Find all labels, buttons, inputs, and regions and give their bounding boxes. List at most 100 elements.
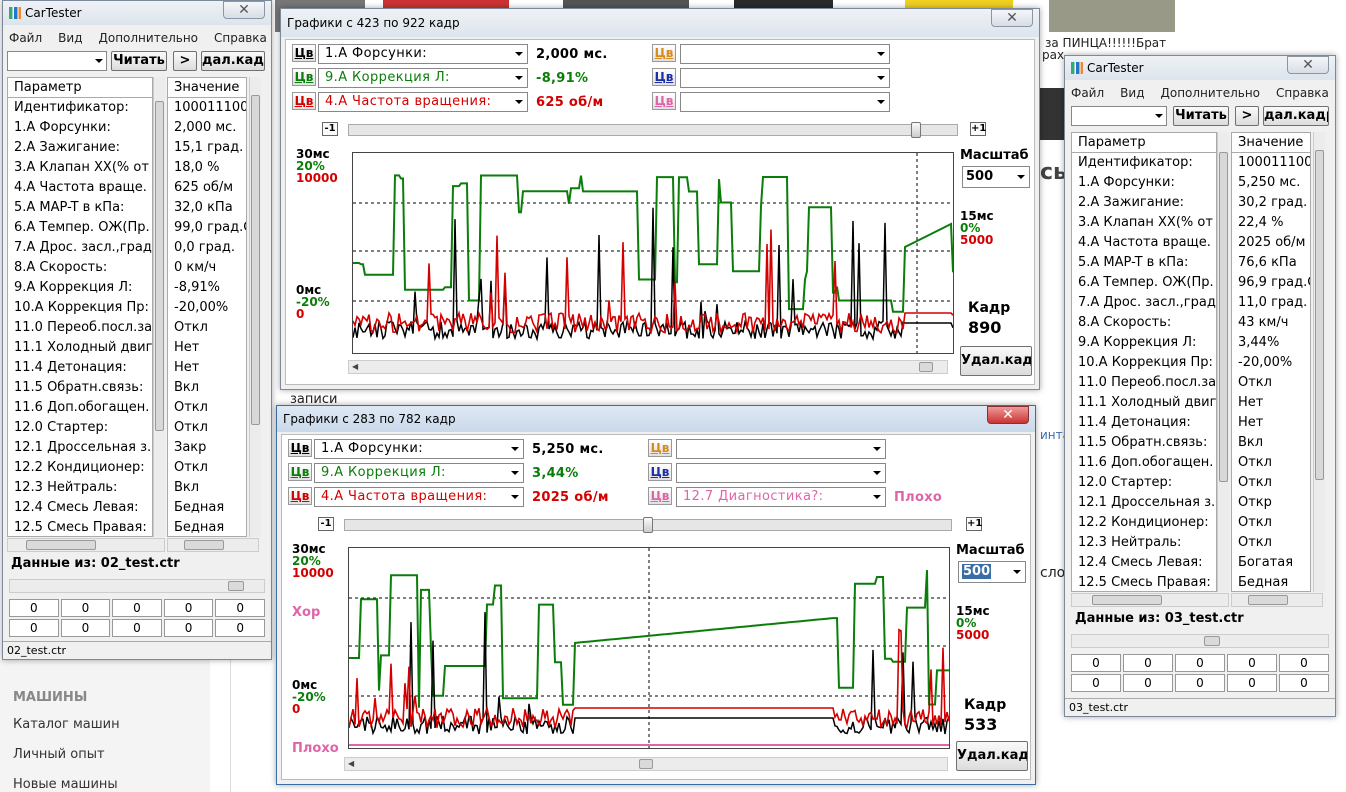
param-row[interactable]: 12.5 Смесь Правая: (8, 518, 152, 536)
color-button-4[interactable]: Цв (648, 439, 672, 457)
scroll-thumb[interactable] (639, 759, 653, 769)
scroll-thumb[interactable] (228, 581, 244, 591)
param-row[interactable]: 2.А Зажигание: (1072, 193, 1216, 213)
param-row[interactable]: 12.5 Смесь Правая: (1072, 573, 1216, 591)
param-row[interactable]: 4.А Частота враще. (1072, 233, 1216, 253)
param-row[interactable]: 11.6 Доп.обогащен. (8, 398, 152, 418)
color-button-3[interactable]: Цв (288, 487, 312, 505)
value-row[interactable]: Закр (168, 438, 246, 458)
value-row[interactable]: 43 км/ч (1232, 313, 1310, 333)
value-row[interactable]: 99,0 град.С (168, 218, 246, 238)
value-hscroll[interactable] (167, 538, 259, 552)
param-row[interactable]: 1.А Форсунки: (8, 118, 152, 138)
value-row[interactable]: Нет (168, 358, 246, 378)
param-row[interactable]: 1.А Форсунки: (1072, 173, 1216, 193)
value-row[interactable]: 32,0 кПа (168, 198, 246, 218)
param-row[interactable]: 11.4 Детонация: (8, 358, 152, 378)
scroll-thumb[interactable] (1092, 595, 1162, 605)
color-button-3[interactable]: Цв (292, 92, 316, 110)
value-row[interactable]: Бедная (168, 498, 246, 518)
channel-select-2[interactable]: 9.А Коррекция Л: (314, 463, 524, 483)
value-row[interactable]: 0,0 град. (168, 238, 246, 258)
value-row[interactable]: Откл (1232, 373, 1310, 393)
value-row[interactable]: Нет (1232, 393, 1310, 413)
value-list[interactable]: 10001110002,000 мс.15,1 град.18,0 %625 о… (167, 97, 247, 537)
value-row[interactable]: 1000111000 (168, 98, 246, 118)
value-row[interactable]: 15,1 град. (168, 138, 246, 158)
param-row[interactable]: 2.А Зажигание: (8, 138, 152, 158)
param-row[interactable]: 10.А Коррекция Пр: (8, 298, 152, 318)
value-row[interactable]: 30,2 град. (1232, 193, 1310, 213)
value-hscroll[interactable] (1231, 593, 1323, 607)
value-row[interactable]: Бедная (1232, 573, 1310, 591)
frame-scrollbar[interactable] (1071, 634, 1329, 648)
close-button[interactable]: ✕ (991, 9, 1033, 27)
sidebar-link[interactable]: Новые машины (13, 777, 118, 792)
color-button-5[interactable]: Цв (652, 68, 676, 86)
value-row[interactable]: -20,00% (168, 298, 246, 318)
frame-scrollbar[interactable] (9, 579, 265, 593)
read-button[interactable]: Читать (1173, 106, 1229, 126)
menu-view[interactable]: Вид (58, 31, 82, 45)
scroll-thumb[interactable] (184, 540, 224, 550)
menu-help[interactable]: Справка (214, 31, 267, 45)
value-column-header[interactable]: Значение (167, 77, 247, 97)
value-row[interactable]: 22,4 % (1232, 213, 1310, 233)
value-row[interactable]: -8,91% (168, 278, 246, 298)
value-row[interactable]: Вкл (168, 478, 246, 498)
param-row[interactable]: 9.А Коррекция Л: (8, 278, 152, 298)
scroll-thumb[interactable] (155, 101, 164, 431)
color-button-4[interactable]: Цв (652, 44, 676, 62)
scroll-thumb[interactable] (251, 95, 260, 425)
scroll-thumb[interactable] (919, 362, 933, 372)
param-row[interactable]: 3.А Клапан ХХ(% от . (8, 158, 152, 178)
param-row[interactable]: 11.0 Переоб.посл.за (8, 318, 152, 338)
param-row[interactable]: 7.А Дрос. засл.,град (1072, 293, 1216, 313)
slider-knob[interactable] (643, 517, 653, 533)
value-row[interactable]: Откл (1232, 513, 1310, 533)
color-button-1[interactable]: Цв (288, 439, 312, 457)
param-row[interactable]: 12.1 Дроссельная з. (1072, 493, 1216, 513)
value-row[interactable]: Бедная (168, 518, 246, 536)
title-bar[interactable]: Графики с 423 по 922 кадр (281, 9, 1039, 37)
channel-select-1[interactable]: 1.А Форсунки: (318, 44, 528, 64)
param-row[interactable]: 8.А Скорость: (8, 258, 152, 278)
sidebar-link[interactable]: Каталог машин (13, 717, 120, 732)
color-button-5[interactable]: Цв (648, 463, 672, 481)
channel-select-5[interactable] (680, 68, 890, 88)
value-row[interactable]: Откр (1232, 493, 1310, 513)
menu-file[interactable]: Файл (1071, 86, 1104, 100)
scroll-thumb[interactable] (1204, 636, 1220, 646)
step-forward-button[interactable]: +1 (966, 517, 982, 531)
param-row[interactable]: 12.3 Нейтраль: (1072, 533, 1216, 553)
value-row[interactable]: Нет (1232, 413, 1310, 433)
value-row[interactable]: Вкл (1232, 433, 1310, 453)
chart-hscroll[interactable]: ◀ (344, 757, 948, 771)
param-row[interactable]: 12.2 Кондиционер: (8, 458, 152, 478)
value-row[interactable]: Откл (168, 398, 246, 418)
param-row[interactable]: 4.А Частота враще. (8, 178, 152, 198)
value-column-header[interactable]: Значение (1231, 132, 1311, 152)
read-button[interactable]: Читать (111, 51, 167, 71)
param-row[interactable]: 12.1 Дроссельная з. (8, 438, 152, 458)
param-row[interactable]: 11.1 Холодный двиг (1072, 393, 1216, 413)
value-row[interactable]: 0 км/ч (168, 258, 246, 278)
value-row[interactable]: Откл (168, 458, 246, 478)
scale-select[interactable]: 500 (958, 561, 1026, 583)
value-row[interactable]: 18,0 % (168, 158, 246, 178)
color-button-6[interactable]: Цв (648, 487, 672, 505)
param-row[interactable]: 6.А Темпер. ОЖ(Пр. (8, 218, 152, 238)
scroll-thumb[interactable] (1315, 150, 1324, 480)
menu-help[interactable]: Справка (1276, 86, 1329, 100)
scale-select[interactable]: 500 (962, 166, 1030, 188)
param-scrollbar[interactable] (1217, 132, 1229, 592)
step-back-button[interactable]: -1 (318, 517, 334, 531)
menu-extra[interactable]: Дополнительно (1160, 86, 1260, 100)
channel-select-6[interactable]: 12.7 Диагностика?: (676, 487, 886, 507)
param-row[interactable]: 9.А Коррекция Л: (1072, 333, 1216, 353)
param-scrollbar[interactable] (153, 77, 165, 537)
param-row[interactable]: 12.3 Нейтраль: (8, 478, 152, 498)
scroll-left-icon[interactable]: ◀ (348, 759, 354, 769)
param-row[interactable]: 12.2 Кондиционер: (1072, 513, 1216, 533)
param-row[interactable]: 10.А Коррекция Пр: (1072, 353, 1216, 373)
